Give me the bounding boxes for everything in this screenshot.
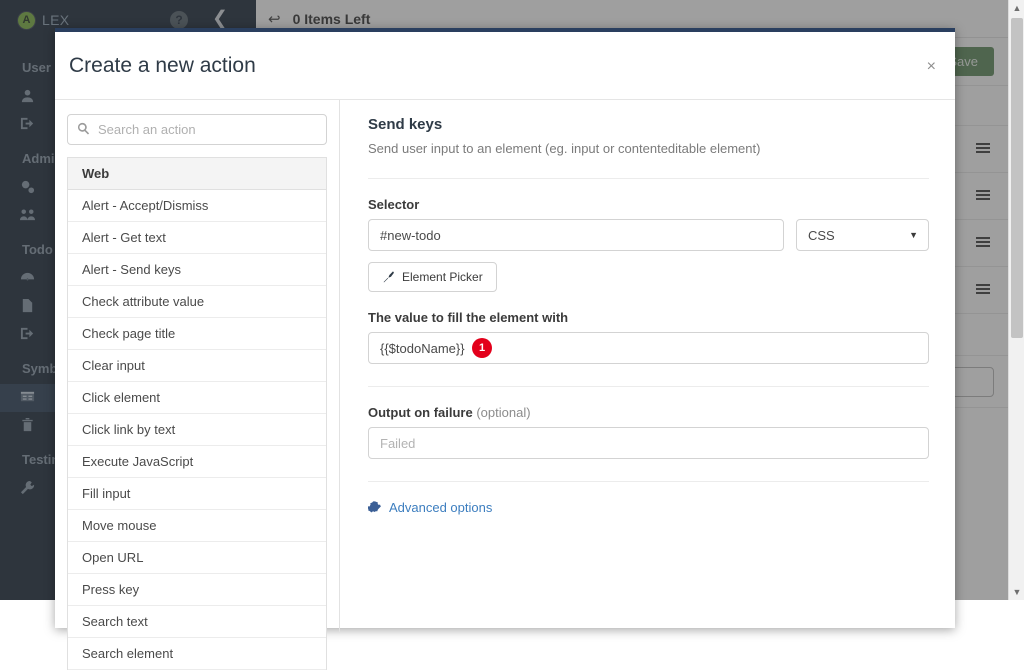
gear-icon	[368, 501, 381, 514]
advanced-options-label: Advanced options	[389, 500, 492, 515]
list-item[interactable]: Clear input	[68, 350, 326, 382]
element-picker-button[interactable]: Element Picker	[368, 262, 497, 292]
divider	[368, 481, 929, 482]
action-list-group-header: Web	[68, 158, 326, 190]
output-label-text: Output on failure	[368, 405, 473, 420]
list-item[interactable]: Click element	[68, 382, 326, 414]
search-wrap	[67, 114, 327, 145]
selector-type-value: CSS	[808, 228, 835, 243]
list-item[interactable]: Search text	[68, 606, 326, 638]
output-label-optional: (optional)	[476, 405, 530, 420]
list-item[interactable]: Click link by text	[68, 414, 326, 446]
output-input[interactable]	[368, 427, 929, 459]
list-item[interactable]: Alert - Send keys	[68, 254, 326, 286]
action-list: Web Alert - Accept/Dismiss Alert - Get t…	[67, 157, 327, 670]
vertical-scrollbar[interactable]: ▲ ▼	[1008, 0, 1024, 600]
detail-title: Send keys	[368, 116, 929, 133]
action-detail-column: Send keys Send user input to an element …	[340, 100, 955, 632]
modal-header: Create a new action ×	[55, 32, 955, 100]
selector-label: Selector	[368, 197, 929, 212]
advanced-options-link[interactable]: Advanced options	[368, 500, 492, 515]
list-item[interactable]: Alert - Accept/Dismiss	[68, 190, 326, 222]
search-input[interactable]	[67, 114, 327, 145]
list-item[interactable]: Alert - Get text	[68, 222, 326, 254]
list-item[interactable]: Press key	[68, 574, 326, 606]
detail-description: Send user input to an element (eg. input…	[368, 141, 929, 156]
selector-row: CSS ▼	[368, 219, 929, 251]
divider	[368, 178, 929, 179]
pencil-icon	[382, 271, 395, 284]
close-icon[interactable]: ×	[927, 59, 936, 75]
scrollbar-thumb[interactable]	[1011, 18, 1023, 338]
value-input[interactable]	[368, 332, 929, 364]
list-item[interactable]: Check page title	[68, 318, 326, 350]
create-action-modal: Create a new action × Web Alert - Accept…	[55, 28, 955, 628]
status-badge: 1	[472, 338, 492, 358]
scroll-down-icon[interactable]: ▼	[1009, 584, 1024, 600]
action-picker-column: Web Alert - Accept/Dismiss Alert - Get t…	[55, 100, 340, 632]
search-icon	[77, 122, 90, 140]
modal-title: Create a new action	[69, 54, 256, 78]
list-item[interactable]: Move mouse	[68, 510, 326, 542]
value-row: 1	[368, 332, 929, 364]
list-item[interactable]: Open URL	[68, 542, 326, 574]
value-label: The value to fill the element with	[368, 310, 929, 325]
divider	[368, 386, 929, 387]
scroll-up-icon[interactable]: ▲	[1009, 0, 1024, 16]
selector-input[interactable]	[368, 219, 784, 251]
list-item[interactable]: Execute JavaScript	[68, 446, 326, 478]
output-label: Output on failure (optional)	[368, 405, 929, 420]
list-item[interactable]: Check attribute value	[68, 286, 326, 318]
chevron-down-icon[interactable]: ▼	[909, 230, 918, 240]
selector-type-wrap: CSS ▼	[796, 219, 929, 251]
list-item[interactable]: Search element	[68, 638, 326, 670]
modal-body: Web Alert - Accept/Dismiss Alert - Get t…	[55, 100, 955, 632]
list-item[interactable]: Fill input	[68, 478, 326, 510]
element-picker-label: Element Picker	[402, 270, 483, 284]
